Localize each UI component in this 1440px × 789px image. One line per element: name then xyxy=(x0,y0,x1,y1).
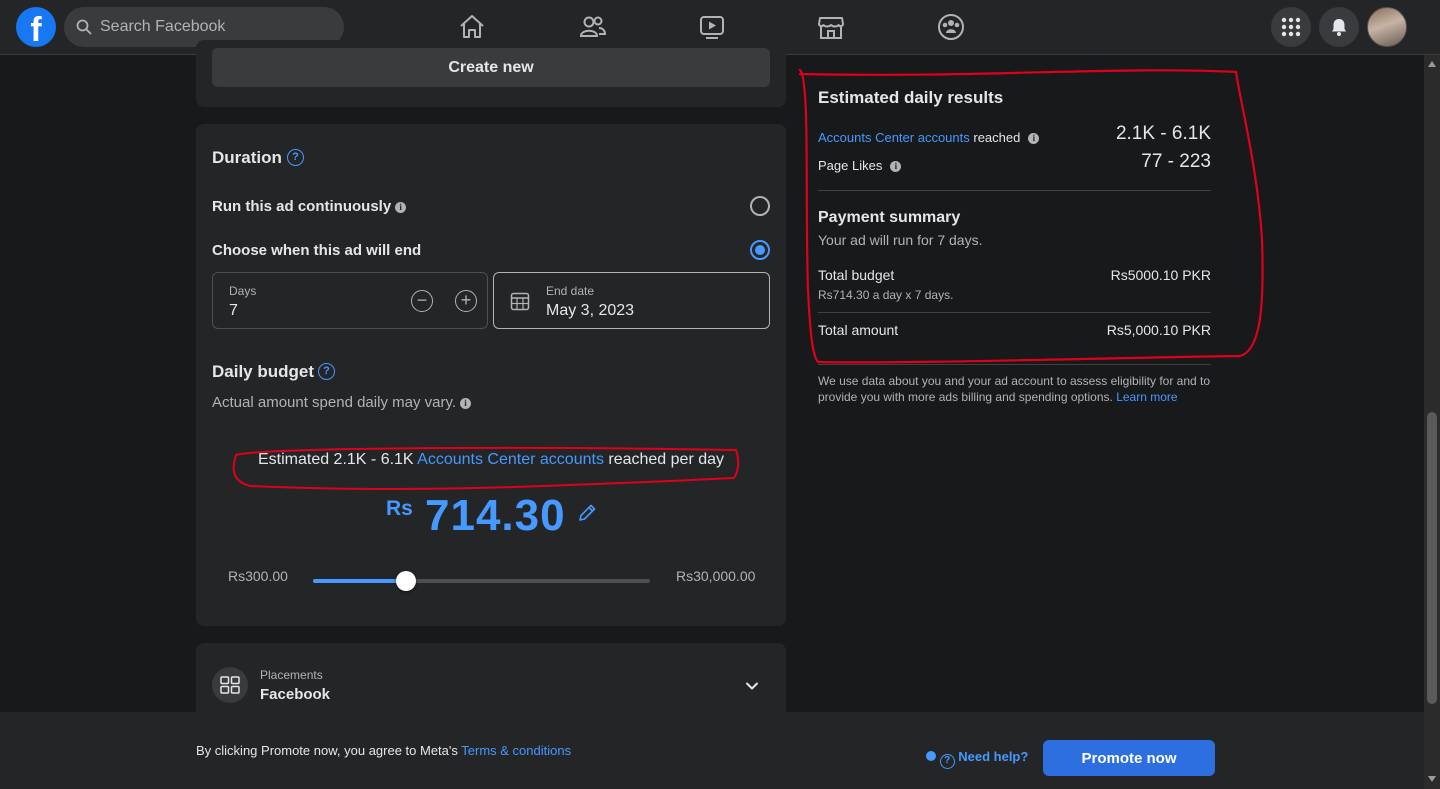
divider xyxy=(818,364,1211,365)
days-value: 7 xyxy=(229,302,238,319)
info-icon[interactable]: i xyxy=(460,398,472,409)
estimate-suffix: reached per day xyxy=(603,451,725,468)
reach-suffix: reached xyxy=(969,130,1021,145)
info-icon[interactable]: i xyxy=(1028,133,1040,144)
placements-value: Facebook xyxy=(260,686,331,703)
budget-max-label: Rs30,000.00 xyxy=(676,568,756,584)
page-likes-label: Page Likes xyxy=(818,158,883,173)
accounts-center-link[interactable]: Accounts Center accounts xyxy=(818,130,970,145)
bell-icon xyxy=(1332,19,1346,36)
friends-icon[interactable] xyxy=(578,12,608,42)
create-new-button[interactable]: Create new xyxy=(212,48,770,87)
currency-symbol: Rs xyxy=(386,497,413,520)
info-icon[interactable]: i xyxy=(890,161,902,172)
duration-title: Duration xyxy=(212,148,282,167)
run-continuously-radio[interactable] xyxy=(750,196,770,216)
terms-agreement-text: By clicking Promote now, you agree to Me… xyxy=(196,743,571,758)
budget-slider-fill xyxy=(313,579,406,583)
total-budget-detail: Rs714.30 a day x 7 days. xyxy=(818,288,954,302)
budget-slider-thumb[interactable] xyxy=(395,571,416,591)
days-label: Days xyxy=(229,284,257,298)
placements-card[interactable] xyxy=(196,643,786,723)
search-icon xyxy=(76,19,92,35)
terms-link[interactable]: Terms & conditions xyxy=(461,743,571,758)
page-likes-row-label: Page Likes i xyxy=(818,158,902,173)
reach-row-label: Accounts Center accounts reached i xyxy=(818,130,1040,145)
marketplace-icon[interactable] xyxy=(816,12,846,42)
days-stepper[interactable]: Days 7 − + xyxy=(212,272,488,329)
page-likes-value: 77 - 223 xyxy=(1141,151,1211,172)
billing-disclaimer: We use data about you and your ad accoun… xyxy=(818,373,1218,405)
learn-more-link[interactable]: Learn more xyxy=(1116,390,1177,404)
help-question-icon[interactable]: ? xyxy=(287,149,304,166)
daily-budget-subtitle-text: Actual amount spend daily may vary. xyxy=(212,394,457,411)
placements-label: Placements xyxy=(260,668,323,682)
status-dot-icon xyxy=(926,751,936,761)
payment-summary-subtitle: Your ad will run for 7 days. xyxy=(818,232,983,248)
calendar-icon xyxy=(510,292,530,311)
help-question-icon: ? xyxy=(939,754,955,769)
menu-grid-button[interactable] xyxy=(1271,7,1311,47)
need-help-link[interactable]: ? Need help? xyxy=(926,749,1028,769)
watch-icon[interactable] xyxy=(697,12,727,42)
scroll-up-arrow-icon[interactable] xyxy=(1428,61,1436,67)
run-continuously-option[interactable]: Run this ad continuously i xyxy=(212,198,407,215)
total-budget-value: Rs5000.10 PKR xyxy=(1110,267,1211,283)
choose-end-radio[interactable] xyxy=(750,240,770,260)
accounts-center-link[interactable]: Accounts Center accounts xyxy=(417,451,604,468)
placements-icon xyxy=(212,667,248,703)
estimated-reach-text: Estimated 2.1K - 6.1K Accounts Center ac… xyxy=(212,451,770,469)
payment-summary-title: Payment summary xyxy=(818,209,961,226)
need-help-label: Need help? xyxy=(958,749,1029,764)
scrollbar-thumb[interactable] xyxy=(1427,412,1437,704)
notifications-button[interactable] xyxy=(1319,7,1359,47)
facebook-logo[interactable]: f xyxy=(16,7,56,47)
edit-pencil-icon[interactable] xyxy=(576,502,598,524)
promote-now-button[interactable]: Promote now xyxy=(1043,740,1215,776)
help-question-icon[interactable]: ? xyxy=(318,363,335,380)
budget-slider-track[interactable] xyxy=(313,579,650,583)
total-amount-value: Rs5,000.10 PKR xyxy=(1106,322,1211,338)
info-icon[interactable]: i xyxy=(395,202,407,213)
estimate-prefix: Estimated 2.1K - 6.1K xyxy=(257,451,418,468)
total-amount-label: Total amount xyxy=(818,322,899,338)
reach-value: 2.1K - 6.1K xyxy=(1115,123,1211,144)
avatar[interactable] xyxy=(1367,7,1407,47)
divider xyxy=(818,190,1211,191)
daily-budget-amount: 714.30 xyxy=(425,491,566,540)
daily-budget-subtitle: Actual amount spend daily may vary. i xyxy=(212,394,472,411)
divider xyxy=(818,312,1211,313)
scroll-down-arrow-icon[interactable] xyxy=(1428,776,1436,782)
grid-layout-icon xyxy=(220,676,240,694)
daily-budget-title: Daily budget xyxy=(212,362,315,381)
estimated-results-title: Estimated daily results xyxy=(818,88,1004,107)
page-scrollbar[interactable] xyxy=(1424,55,1440,789)
run-continuously-label: Run this ad continuously xyxy=(212,198,392,215)
chevron-down-icon[interactable] xyxy=(744,678,760,694)
end-date-label: End date xyxy=(546,284,595,298)
home-icon[interactable] xyxy=(457,12,487,42)
budget-min-label: Rs300.00 xyxy=(228,568,288,584)
total-budget-label: Total budget xyxy=(818,267,895,283)
agree-prefix: By clicking Promote now, you agree to Me… xyxy=(196,743,462,758)
end-date-picker[interactable]: End date May 3, 2023 xyxy=(493,272,770,329)
increment-days-button[interactable]: + xyxy=(455,290,477,312)
groups-icon[interactable] xyxy=(936,12,966,42)
search-placeholder: Search Facebook xyxy=(100,18,226,35)
choose-end-label: Choose when this ad will end xyxy=(212,242,422,259)
end-date-value: May 3, 2023 xyxy=(546,302,635,319)
menu-grid-icon xyxy=(1281,17,1301,37)
decrement-days-button[interactable]: − xyxy=(411,290,433,312)
